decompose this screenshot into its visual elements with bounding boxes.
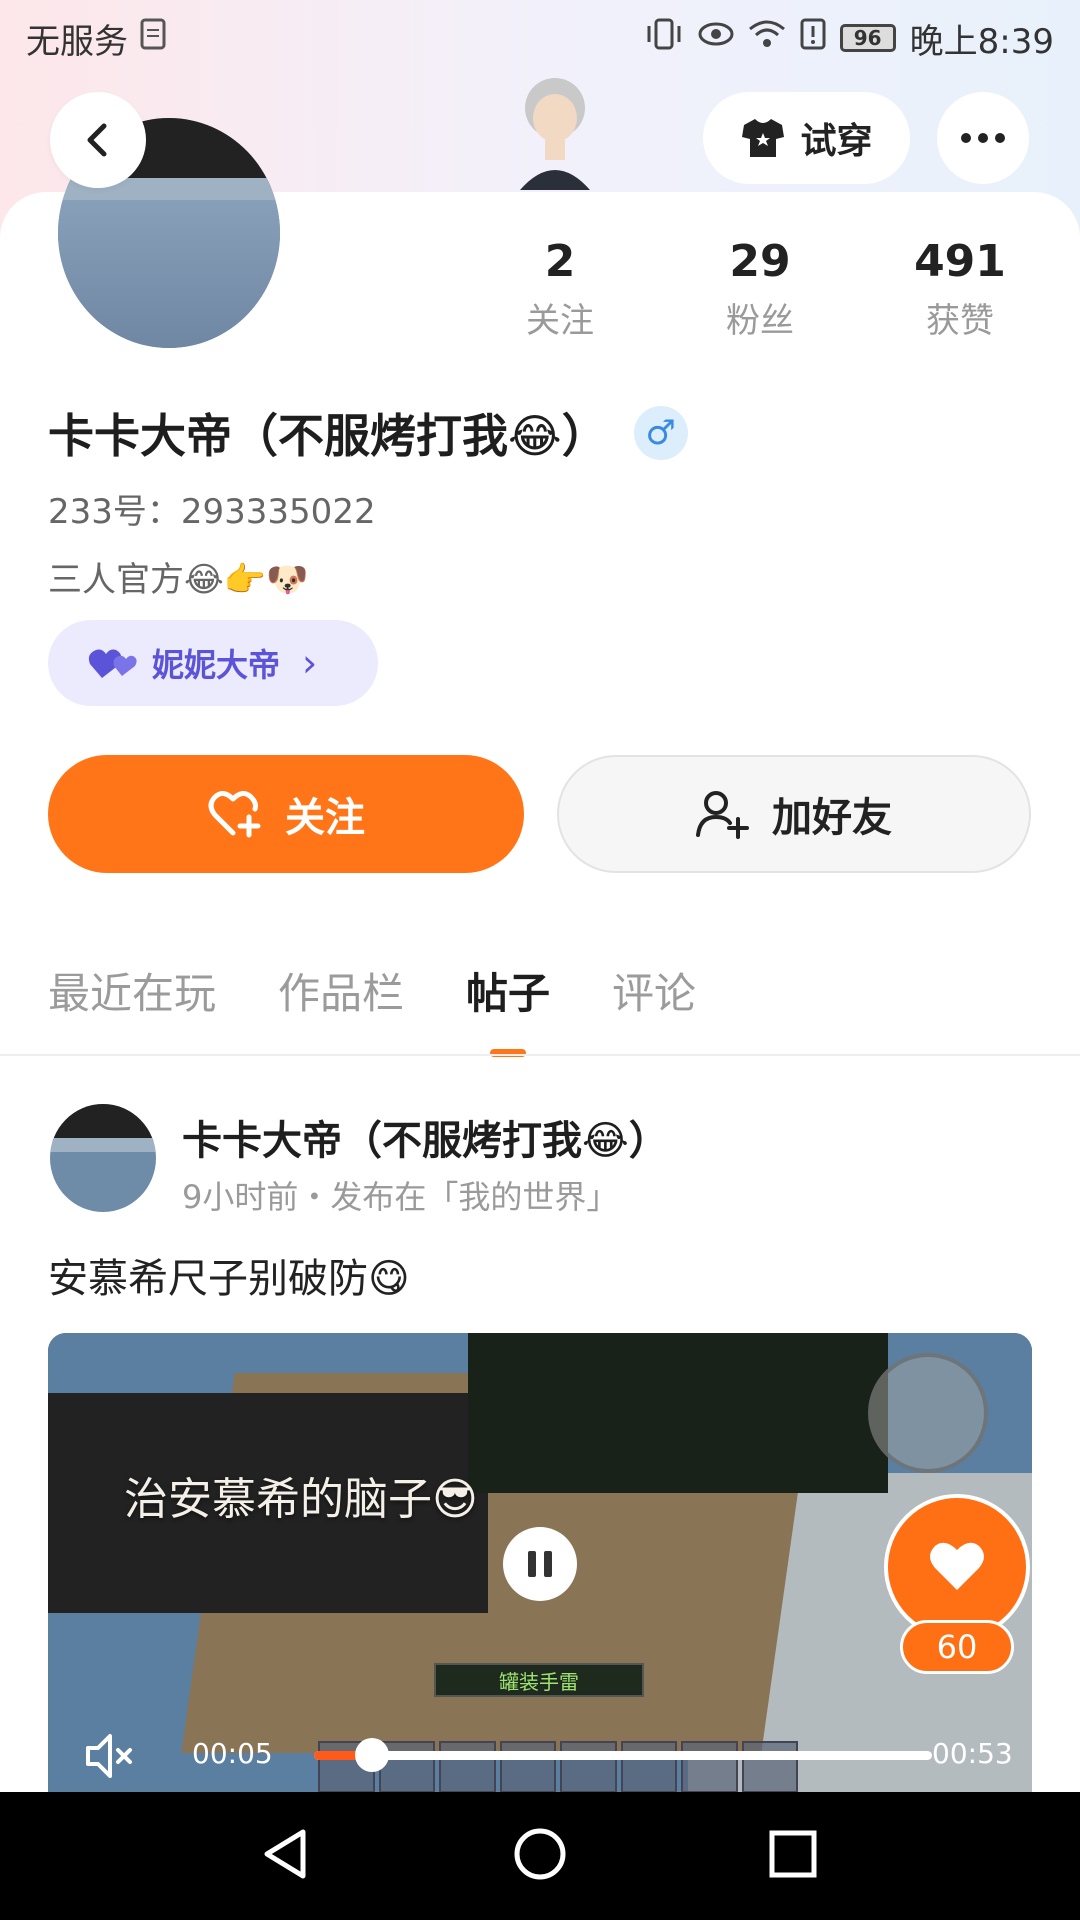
like-button[interactable] — [884, 1494, 1030, 1640]
video-current-time: 00:05 — [192, 1737, 273, 1770]
dot-icon — [995, 133, 1005, 143]
game-item-label: 罐装手雷 — [434, 1663, 644, 1697]
try-on-button[interactable]: 试穿 — [703, 92, 910, 184]
pause-icon — [528, 1551, 536, 1577]
alert-icon — [800, 18, 826, 59]
add-user-icon — [696, 791, 749, 839]
stat-label: 获赞 — [926, 301, 994, 341]
status-bar: 无服务 96 晚上8:39 — [0, 0, 1080, 76]
character-avatar-preview — [490, 70, 620, 190]
nav-recents-icon[interactable] — [765, 1826, 821, 1886]
nav-home-icon[interactable] — [512, 1826, 568, 1886]
add-friend-button[interactable]: 加好友 — [557, 755, 1031, 873]
relation-label: 妮妮大帝 — [152, 646, 281, 684]
profile-name: 卡卡大帝（不服烤打我😂） — [48, 409, 608, 463]
eye-icon — [698, 18, 734, 58]
dot-icon — [961, 133, 971, 143]
video-progress-thumb[interactable] — [355, 1738, 390, 1772]
like-count: 60 — [900, 1620, 1014, 1674]
wifi-icon — [748, 18, 786, 58]
dot-icon — [978, 133, 988, 143]
post-author-avatar[interactable] — [50, 1104, 156, 1212]
follow-label: 关注 — [285, 795, 365, 841]
battery-icon: 96 — [839, 24, 896, 52]
vibrate-icon — [644, 17, 684, 60]
stat-number: 491 — [914, 236, 1006, 287]
profile-bio: 三人官方😂👉🐶 — [48, 560, 309, 600]
heart-icon — [930, 1542, 984, 1590]
post-author-name[interactable]: 卡卡大帝（不服烤打我😂） — [182, 1108, 669, 1166]
heart-plus-icon — [208, 791, 261, 838]
mute-icon[interactable] — [82, 1728, 138, 1788]
male-gender-icon: ♂ — [633, 406, 688, 460]
tab-works[interactable]: 作品栏 — [278, 960, 404, 1021]
tab-comments[interactable]: 评论 — [612, 960, 696, 1021]
relation-chip[interactable]: 妮妮大帝 › — [48, 620, 378, 706]
profile-uid: 233号：293335022 — [48, 492, 376, 532]
add-friend-label: 加好友 — [772, 795, 892, 841]
profile-stats: 2 关注 29 粉丝 491 获赞 — [480, 236, 1040, 342]
shirt-icon — [742, 119, 785, 157]
chevron-right-icon: › — [302, 641, 318, 685]
post-meta: 9小时前・发布在「我的世界」 — [182, 1178, 619, 1216]
tab-recently-played[interactable]: 最近在玩 — [48, 960, 216, 1021]
follow-button[interactable]: 关注 — [48, 755, 524, 873]
stat-likes[interactable]: 491 获赞 — [880, 236, 1040, 342]
stat-label: 关注 — [526, 301, 594, 341]
clock-text: 晚上8:39 — [909, 21, 1054, 62]
pause-button[interactable] — [503, 1527, 577, 1601]
back-button[interactable] — [50, 92, 146, 188]
stat-number: 2 — [544, 236, 576, 287]
video-progress-bar[interactable] — [314, 1735, 932, 1775]
divider — [0, 1054, 1080, 1056]
stat-number: 29 — [729, 236, 791, 287]
system-nav-bar — [0, 1792, 1080, 1920]
post-text[interactable]: 安慕希尺子别破防😋 — [48, 1246, 410, 1304]
stat-label: 粉丝 — [726, 301, 794, 341]
profile-tabs: 最近在玩 作品栏 帖子 评论 — [48, 960, 696, 1021]
tab-posts[interactable]: 帖子 — [466, 960, 550, 1021]
back-arrow-icon — [87, 123, 107, 157]
video-caption: 治安慕希的脑子😎 — [124, 1474, 478, 1525]
stat-followers[interactable]: 29 粉丝 — [680, 236, 840, 342]
sim-icon — [138, 18, 168, 59]
nav-back-icon[interactable] — [259, 1826, 315, 1886]
double-heart-icon — [88, 649, 137, 678]
stat-following[interactable]: 2 关注 — [480, 236, 640, 342]
try-on-label: 试穿 — [800, 121, 873, 162]
more-options-button[interactable] — [937, 92, 1029, 184]
video-total-time: 00:53 — [932, 1737, 1013, 1770]
profile-name-row: 卡卡大帝（不服烤打我😂） ♂ — [48, 400, 688, 466]
carrier-text: 无服务 — [26, 21, 128, 62]
